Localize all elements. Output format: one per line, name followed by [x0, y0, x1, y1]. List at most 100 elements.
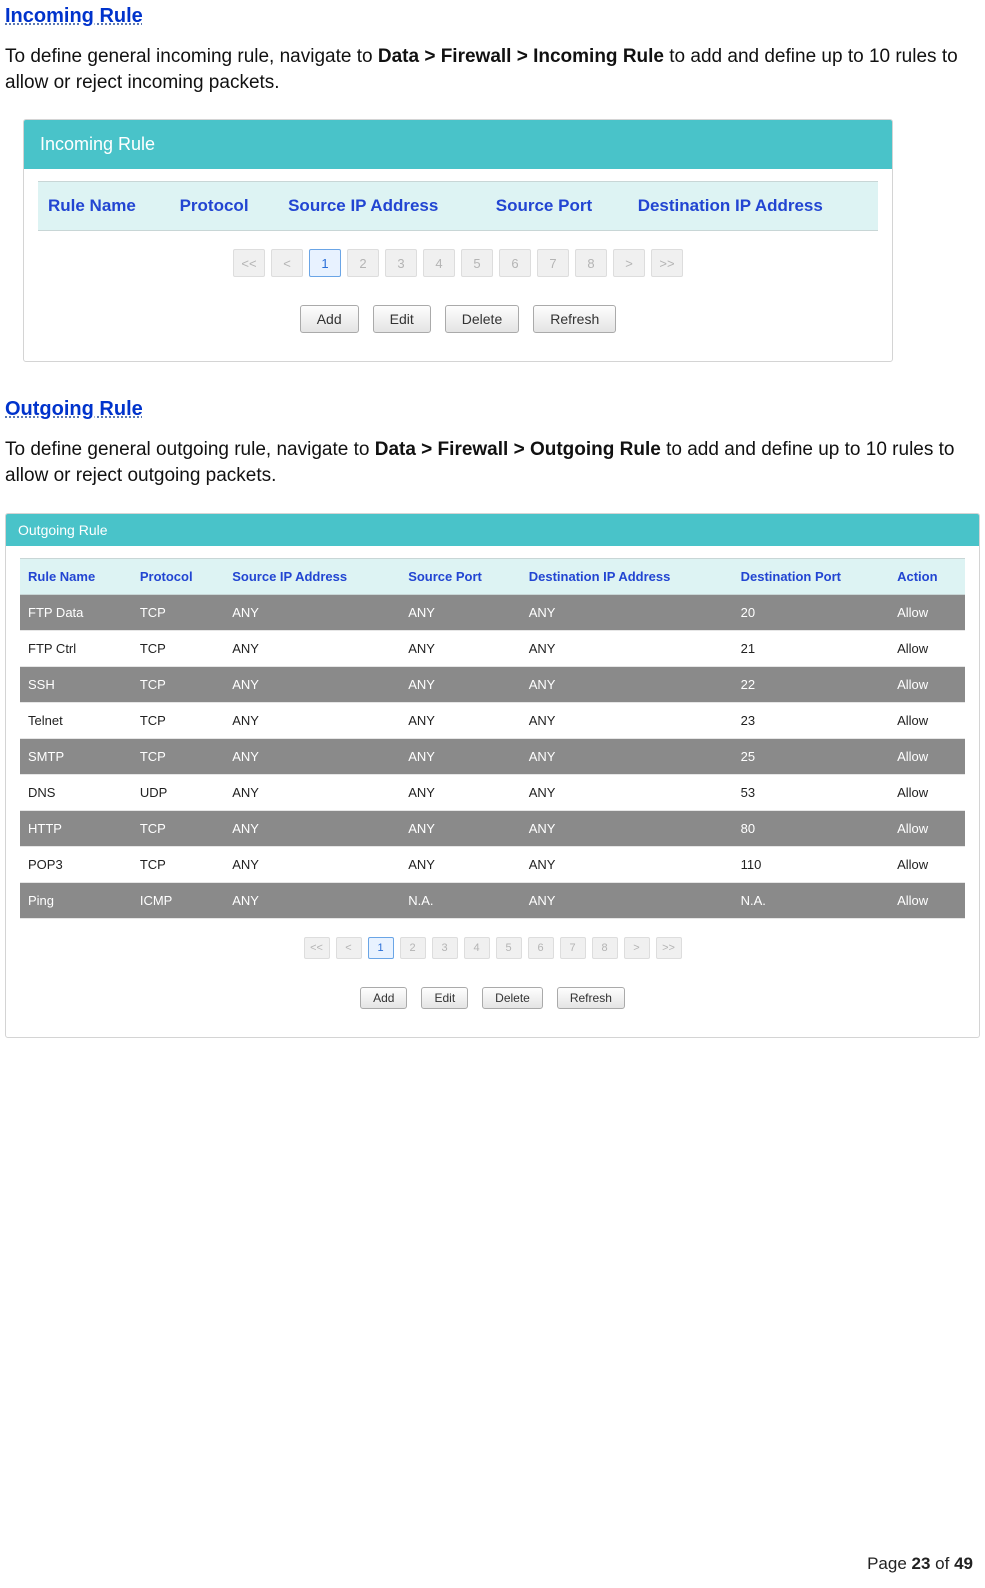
table-row[interactable]: FTP CtrlTCPANYANYANY21Allow	[20, 630, 965, 666]
cell-name: HTTP	[20, 810, 132, 846]
pager-first[interactable]: <<	[304, 937, 330, 959]
refresh-button[interactable]: Refresh	[533, 305, 616, 333]
pager-prev[interactable]: <	[336, 937, 362, 959]
pager-page-6[interactable]: 6	[499, 249, 531, 277]
table-row[interactable]: HTTPTCPANYANYANY80Allow	[20, 810, 965, 846]
cell-dst_ip: ANY	[521, 846, 733, 882]
cell-name: DNS	[20, 774, 132, 810]
table-row[interactable]: SMTPTCPANYANYANY25Allow	[20, 738, 965, 774]
outgoing-col-dst-ip: Destination IP Address	[521, 558, 733, 594]
pager-page-1[interactable]: 1	[309, 249, 341, 277]
cell-action: Allow	[889, 594, 965, 630]
cell-action: Allow	[889, 882, 965, 918]
incoming-col-protocol: Protocol	[170, 182, 279, 231]
cell-src_ip: ANY	[224, 594, 400, 630]
pager-page-7[interactable]: 7	[560, 937, 586, 959]
pager-next[interactable]: >	[613, 249, 645, 277]
cell-dst_port: N.A.	[733, 882, 889, 918]
pager-page-2[interactable]: 2	[400, 937, 426, 959]
cell-action: Allow	[889, 630, 965, 666]
edit-button[interactable]: Edit	[421, 987, 468, 1009]
desc-incoming: To define general incoming rule, navigat…	[5, 44, 980, 95]
outgoing-buttons: Add Edit Delete Refresh	[20, 987, 965, 1019]
cell-action: Allow	[889, 702, 965, 738]
pager-last[interactable]: >>	[651, 249, 683, 277]
pager-last[interactable]: >>	[656, 937, 682, 959]
pager-page-8[interactable]: 8	[592, 937, 618, 959]
cell-dst_ip: ANY	[521, 738, 733, 774]
cell-dst_port: 80	[733, 810, 889, 846]
pager-page-8[interactable]: 8	[575, 249, 607, 277]
pager-first[interactable]: <<	[233, 249, 265, 277]
outgoing-panel-title: Outgoing Rule	[6, 514, 979, 546]
outgoing-pager: << < 1 2 3 4 5 6 7 8 > >>	[20, 919, 965, 987]
cell-src_port: N.A.	[400, 882, 521, 918]
cell-src_port: ANY	[400, 810, 521, 846]
add-button[interactable]: Add	[360, 987, 407, 1009]
desc-outgoing: To define general outgoing rule, navigat…	[5, 437, 980, 488]
cell-action: Allow	[889, 666, 965, 702]
cell-src_ip: ANY	[224, 666, 400, 702]
cell-src_ip: ANY	[224, 774, 400, 810]
cell-dst_port: 25	[733, 738, 889, 774]
incoming-col-src-ip: Source IP Address	[278, 182, 486, 231]
outgoing-col-rule-name: Rule Name	[20, 558, 132, 594]
cell-proto: TCP	[132, 594, 224, 630]
cell-proto: TCP	[132, 666, 224, 702]
cell-dst_ip: ANY	[521, 594, 733, 630]
cell-proto: ICMP	[132, 882, 224, 918]
pager-page-6[interactable]: 6	[528, 937, 554, 959]
cell-dst_ip: ANY	[521, 810, 733, 846]
incoming-rule-panel: Incoming Rule Rule Name Protocol Source …	[23, 119, 893, 362]
pager-prev[interactable]: <	[271, 249, 303, 277]
cell-proto: TCP	[132, 810, 224, 846]
pager-page-1[interactable]: 1	[368, 937, 394, 959]
pager-page-4[interactable]: 4	[464, 937, 490, 959]
pager-page-7[interactable]: 7	[537, 249, 569, 277]
edit-button[interactable]: Edit	[373, 305, 431, 333]
table-row[interactable]: FTP DataTCPANYANYANY20Allow	[20, 594, 965, 630]
heading-outgoing-rule: Outgoing Rule	[5, 398, 980, 421]
cell-src_ip: ANY	[224, 630, 400, 666]
pager-page-5[interactable]: 5	[496, 937, 522, 959]
pager-page-5[interactable]: 5	[461, 249, 493, 277]
incoming-panel-title: Incoming Rule	[24, 120, 892, 169]
outgoing-table: Rule Name Protocol Source IP Address Sou…	[20, 558, 965, 919]
desc-incoming-pre: To define general incoming rule, navigat…	[5, 46, 378, 67]
table-row[interactable]: TelnetTCPANYANYANY23Allow	[20, 702, 965, 738]
footer-mid: of	[930, 1554, 954, 1573]
cell-dst_port: 53	[733, 774, 889, 810]
refresh-button[interactable]: Refresh	[557, 987, 625, 1009]
delete-button[interactable]: Delete	[445, 305, 519, 333]
pager-page-4[interactable]: 4	[423, 249, 455, 277]
incoming-col-src-port: Source Port	[486, 182, 628, 231]
outgoing-col-src-ip: Source IP Address	[224, 558, 400, 594]
pager-page-3[interactable]: 3	[385, 249, 417, 277]
cell-proto: TCP	[132, 702, 224, 738]
cell-src_port: ANY	[400, 594, 521, 630]
table-row[interactable]: PingICMPANYN.A.ANYN.A.Allow	[20, 882, 965, 918]
outgoing-col-action: Action	[889, 558, 965, 594]
desc-incoming-bold: Data > Firewall > Incoming Rule	[378, 46, 664, 67]
cell-proto: UDP	[132, 774, 224, 810]
pager-page-3[interactable]: 3	[432, 937, 458, 959]
page-footer: Page 23 of 49	[867, 1554, 973, 1574]
cell-src_ip: ANY	[224, 810, 400, 846]
cell-src_ip: ANY	[224, 702, 400, 738]
add-button[interactable]: Add	[300, 305, 359, 333]
cell-name: SSH	[20, 666, 132, 702]
incoming-col-dst-ip: Destination IP Address	[628, 182, 878, 231]
incoming-col-rule-name: Rule Name	[38, 182, 170, 231]
cell-dst_port: 23	[733, 702, 889, 738]
delete-button[interactable]: Delete	[482, 987, 543, 1009]
cell-name: FTP Ctrl	[20, 630, 132, 666]
table-row[interactable]: SSHTCPANYANYANY22Allow	[20, 666, 965, 702]
incoming-table: Rule Name Protocol Source IP Address Sou…	[38, 181, 878, 231]
pager-next[interactable]: >	[624, 937, 650, 959]
heading-incoming-rule: Incoming Rule	[5, 5, 980, 28]
pager-page-2[interactable]: 2	[347, 249, 379, 277]
table-row[interactable]: DNSUDPANYANYANY53Allow	[20, 774, 965, 810]
table-row[interactable]: POP3TCPANYANYANY110Allow	[20, 846, 965, 882]
cell-src_port: ANY	[400, 738, 521, 774]
cell-dst_ip: ANY	[521, 630, 733, 666]
